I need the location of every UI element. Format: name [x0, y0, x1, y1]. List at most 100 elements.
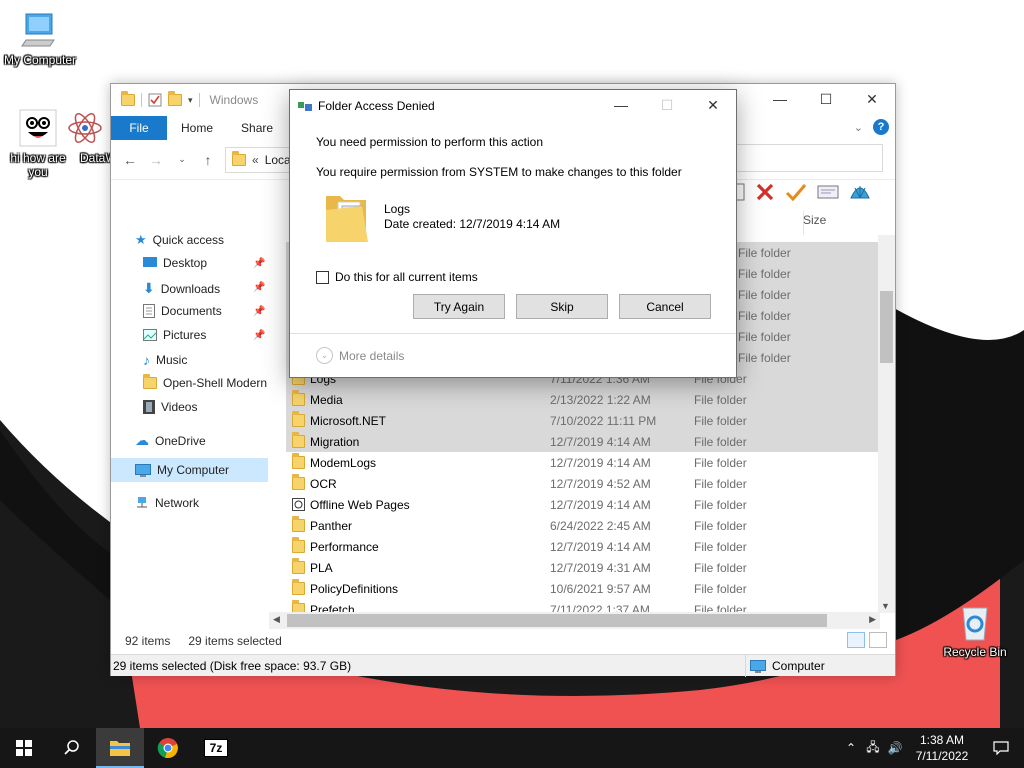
nav-item-music[interactable]: ♪ Music [143, 352, 187, 368]
pin-icon[interactable]: 📌 [253, 330, 265, 341]
expand-ribbon-icon[interactable]: ⌄ [854, 121, 863, 134]
nav-item-label: Quick access [152, 233, 225, 247]
file-type: File folder [694, 560, 747, 575]
table-row[interactable]: PolicyDefinitions 10/6/2021 9:57 AM File… [286, 578, 879, 599]
table-row[interactable]: PLA 12/7/2019 4:31 AM File folder [286, 557, 879, 578]
taskbar-file-explorer[interactable] [96, 728, 144, 768]
network-icon[interactable]: 🖧 [862, 738, 884, 759]
scroll-left-icon[interactable]: ◀ [273, 614, 280, 625]
pin-icon[interactable]: 📌 [253, 258, 265, 269]
properties-icon[interactable] [148, 93, 162, 107]
checkmark-icon[interactable] [785, 182, 807, 202]
table-row[interactable]: ModemLogs 12/7/2019 4:14 AM File folder [286, 452, 879, 473]
notification-button[interactable] [978, 741, 1024, 755]
file-type: File folder [694, 455, 747, 470]
up-arrow-icon[interactable]: ↑ [199, 152, 217, 168]
minimize-button[interactable]: — [757, 84, 803, 114]
desktop-icon-my-computer[interactable]: My Computer [2, 10, 78, 67]
skip-button[interactable]: Skip [516, 294, 608, 319]
clock[interactable]: 1:38 AM 7/11/2022 [906, 732, 978, 764]
email-icon[interactable] [817, 184, 839, 200]
computer-icon [20, 10, 60, 50]
table-row[interactable]: Performance 12/7/2019 4:14 AM File folde… [286, 536, 879, 557]
cancel-button[interactable]: Cancel [619, 294, 711, 319]
desktop-icon-dataw[interactable]: DataW [60, 108, 110, 165]
scroll-right-icon[interactable]: ▶ [869, 614, 876, 625]
checkbox-box[interactable] [316, 270, 329, 284]
file-date: 2/13/2022 1:22 AM [550, 392, 651, 407]
apply-to-all-checkbox[interactable]: Do this for all current items [316, 270, 478, 284]
try-again-button[interactable]: Try Again [413, 294, 505, 319]
pin-icon[interactable]: 📌 [253, 306, 265, 317]
pin-icon[interactable]: 📌 [253, 282, 265, 293]
scrollbar-thumb[interactable] [880, 291, 893, 363]
back-arrow-icon[interactable]: ← [121, 152, 139, 168]
details-view-icon[interactable] [847, 632, 865, 648]
file-date: 10/6/2021 9:57 AM [550, 581, 651, 596]
dialog-titlebar[interactable]: Folder Access Denied — ☐ ✕ [290, 90, 736, 122]
search-button[interactable] [48, 728, 96, 768]
start-button[interactable] [0, 728, 48, 768]
help-icon[interactable]: ? [873, 119, 889, 135]
tab-file[interactable]: File [111, 116, 167, 140]
desktop-icon-recycle-bin[interactable]: Recycle Bin [937, 602, 1013, 659]
taskbar-7zip[interactable]: 7z [192, 728, 240, 768]
nav-item-desktop[interactable]: Desktop [143, 256, 207, 270]
delete-icon[interactable] [755, 182, 775, 202]
folder-icon [292, 537, 305, 553]
file-date: 6/24/2022 2:45 AM [550, 518, 651, 533]
open-shell-toolbar [731, 182, 871, 202]
address-bar[interactable]: « Local [225, 146, 295, 173]
vertical-scrollbar[interactable]: ▼ [878, 235, 895, 613]
scrollbar-thumb[interactable] [287, 614, 827, 627]
nav-item-open-shell[interactable]: Open-Shell Modern [143, 374, 267, 390]
tab-home[interactable]: Home [167, 116, 227, 140]
recent-locations-chevron-icon[interactable]: ⌄ [173, 154, 191, 165]
table-row[interactable]: Microsoft.NET 7/10/2022 11:11 PM File fo… [286, 410, 879, 431]
nav-item-network[interactable]: Network [135, 496, 199, 510]
chevron-down-icon: ⌄ [316, 347, 333, 364]
forward-arrow-icon[interactable]: → [147, 152, 165, 168]
show-hidden-icons-chevron-icon[interactable]: ⌃ [840, 741, 862, 755]
shell-icon[interactable] [849, 182, 871, 202]
maximize-button[interactable]: ☐ [803, 84, 849, 114]
breadcrumb-overflow-icon[interactable]: « [252, 153, 259, 167]
chrome-icon [157, 738, 178, 759]
volume-icon[interactable]: 🔊 [884, 741, 906, 755]
taskbar-chrome[interactable] [144, 728, 192, 768]
folder-icon [292, 474, 305, 490]
close-button[interactable]: ✕ [849, 84, 895, 114]
nav-item-onedrive[interactable]: ☁ OneDrive [135, 432, 206, 449]
nav-item-quick-access[interactable]: ★ Quick access [135, 232, 224, 248]
nav-item-label: Documents [161, 304, 222, 318]
nav-item-videos[interactable]: Videos [143, 400, 197, 414]
selected-count: 29 items selected [188, 634, 282, 648]
minimize-button[interactable]: — [598, 90, 644, 120]
nav-item-my-computer[interactable]: My Computer [111, 458, 268, 482]
new-folder-icon[interactable] [168, 91, 182, 106]
music-note-icon: ♪ [143, 352, 150, 368]
tab-share[interactable]: Share [227, 116, 287, 140]
table-row[interactable]: Migration 12/7/2019 4:14 AM File folder [286, 431, 879, 452]
table-row[interactable]: Media 2/13/2022 1:22 AM File folder [286, 389, 879, 410]
nav-item-pictures[interactable]: Pictures [143, 328, 206, 342]
horizontal-scrollbar[interactable]: ◀ ▶ [269, 612, 880, 629]
large-icons-view-icon[interactable] [869, 632, 887, 648]
status-text: 29 items selected (Disk free space: 93.7… [113, 658, 352, 673]
file-type: File folder [694, 518, 747, 533]
file-name: Performance [310, 539, 379, 554]
chevron-down-icon[interactable]: ▾ [188, 95, 193, 106]
nav-item-downloads[interactable]: ⬇ Downloads [143, 280, 220, 297]
table-row[interactable]: Offline Web Pages 12/7/2019 4:14 AM File… [286, 494, 879, 515]
column-header-size[interactable]: Size [803, 213, 826, 227]
table-row[interactable]: Panther 6/24/2022 2:45 AM File folder [286, 515, 879, 536]
table-row[interactable]: Prefetch 7/11/2022 1:37 AM File folder [286, 599, 879, 613]
nav-item-documents[interactable]: Documents [143, 304, 222, 318]
table-row[interactable]: OCR 12/7/2019 4:52 AM File folder [286, 473, 879, 494]
scroll-down-icon[interactable]: ▼ [881, 601, 890, 611]
file-date: 12/7/2019 4:14 AM [550, 455, 651, 470]
smiley-face-icon [18, 108, 58, 148]
close-button[interactable]: ✕ [690, 90, 736, 120]
folder-access-denied-dialog: Folder Access Denied — ☐ ✕ You need perm… [289, 89, 737, 378]
more-details-toggle[interactable]: ⌄ More details [290, 333, 736, 377]
